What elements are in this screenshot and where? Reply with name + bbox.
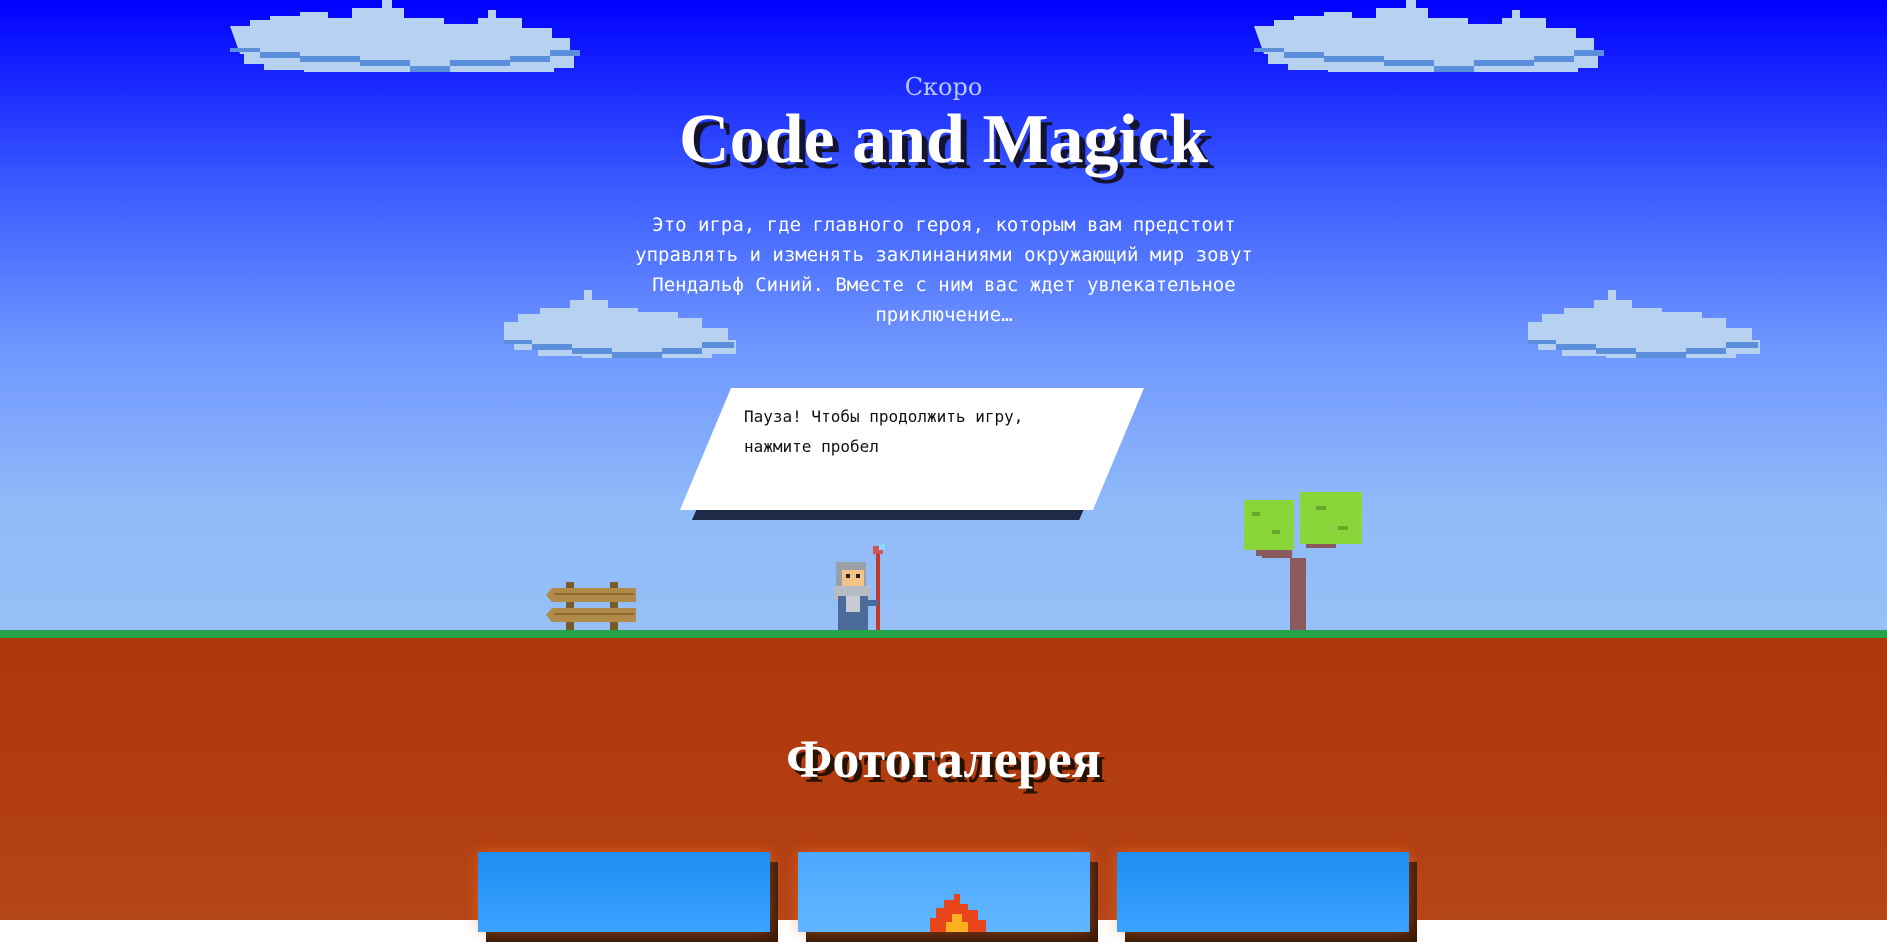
page-title: Code and Magick (679, 101, 1208, 178)
gallery-photo[interactable] (478, 852, 778, 942)
pause-dialog: Пауза! Чтобы продолжить игру, нажмите про… (680, 388, 1160, 523)
tree-icon (1244, 492, 1362, 630)
pause-dialog-body: Пауза! Чтобы продолжить игру, нажмите про… (680, 388, 1144, 510)
game-sky: Скоро Code and Magick Это игра, где глав… (0, 0, 1887, 630)
cloud-icon (230, 0, 580, 72)
pause-line-2: нажмите пробел (744, 437, 879, 456)
fireball-icon (930, 894, 986, 932)
hero-subtitle: Скоро (904, 73, 983, 101)
grass-strip (0, 630, 1887, 638)
hero-intro: Это игра, где главного героя, которым ва… (635, 214, 1253, 326)
cloud-icon (1528, 290, 1760, 358)
signpost-icon (546, 582, 636, 630)
gallery-photo[interactable] (1117, 852, 1417, 942)
pause-line-1: Пауза! Чтобы продолжить игру, (744, 407, 1024, 426)
wizard-icon (834, 544, 885, 630)
gallery-photo-image (1117, 852, 1409, 932)
gallery-photo[interactable] (798, 852, 1098, 942)
pause-message: Пауза! Чтобы продолжить игру, нажмите про… (744, 402, 1044, 462)
gallery-photo-image (478, 852, 770, 932)
gallery-photo-image (798, 852, 1090, 932)
cloud-icon (1254, 0, 1604, 72)
gallery-title: Фотогалерея (786, 729, 1101, 789)
